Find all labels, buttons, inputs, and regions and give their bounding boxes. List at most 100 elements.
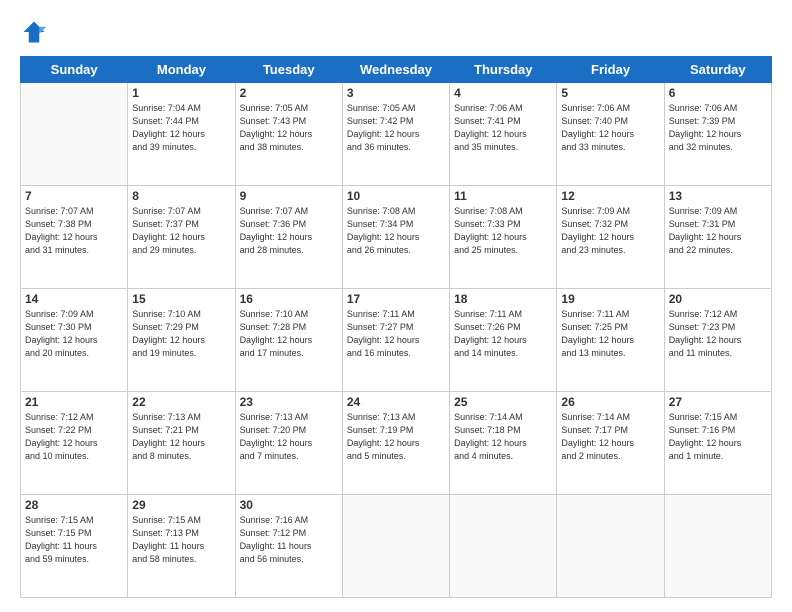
day-number: 14 — [25, 292, 123, 306]
day-info: Sunrise: 7:13 AM Sunset: 7:21 PM Dayligh… — [132, 411, 230, 463]
header — [20, 18, 772, 46]
day-header-sunday: Sunday — [21, 57, 128, 83]
day-info: Sunrise: 7:08 AM Sunset: 7:33 PM Dayligh… — [454, 205, 552, 257]
day-info: Sunrise: 7:04 AM Sunset: 7:44 PM Dayligh… — [132, 102, 230, 154]
day-info: Sunrise: 7:11 AM Sunset: 7:27 PM Dayligh… — [347, 308, 445, 360]
day-header-thursday: Thursday — [450, 57, 557, 83]
calendar-cell: 6 Sunrise: 7:06 AM Sunset: 7:39 PM Daylig… — [664, 83, 771, 186]
calendar-cell: 5 Sunrise: 7:06 AM Sunset: 7:40 PM Daylig… — [557, 83, 664, 186]
day-number: 23 — [240, 395, 338, 409]
day-info: Sunrise: 7:07 AM Sunset: 7:36 PM Dayligh… — [240, 205, 338, 257]
calendar-cell: 7 Sunrise: 7:07 AM Sunset: 7:38 PM Daylig… — [21, 186, 128, 289]
day-number: 30 — [240, 498, 338, 512]
calendar-week-2: 7 Sunrise: 7:07 AM Sunset: 7:38 PM Daylig… — [21, 186, 772, 289]
day-info: Sunrise: 7:15 AM Sunset: 7:13 PM Dayligh… — [132, 514, 230, 566]
day-number: 4 — [454, 86, 552, 100]
day-info: Sunrise: 7:07 AM Sunset: 7:37 PM Dayligh… — [132, 205, 230, 257]
day-number: 19 — [561, 292, 659, 306]
day-number: 24 — [347, 395, 445, 409]
calendar-cell: 10 Sunrise: 7:08 AM Sunset: 7:34 PM Dayli… — [342, 186, 449, 289]
day-number: 6 — [669, 86, 767, 100]
day-number: 7 — [25, 189, 123, 203]
day-number: 29 — [132, 498, 230, 512]
calendar-cell: 20 Sunrise: 7:12 AM Sunset: 7:23 PM Dayli… — [664, 289, 771, 392]
day-number: 27 — [669, 395, 767, 409]
calendar-cell: 15 Sunrise: 7:10 AM Sunset: 7:29 PM Dayli… — [128, 289, 235, 392]
calendar-cell: 13 Sunrise: 7:09 AM Sunset: 7:31 PM Dayli… — [664, 186, 771, 289]
calendar-cell: 29 Sunrise: 7:15 AM Sunset: 7:13 PM Dayli… — [128, 495, 235, 598]
day-number: 3 — [347, 86, 445, 100]
day-info: Sunrise: 7:12 AM Sunset: 7:22 PM Dayligh… — [25, 411, 123, 463]
calendar-week-5: 28Sunrise: 7:15 AM Sunset: 7:15 PM Dayli… — [21, 495, 772, 598]
logo — [20, 18, 52, 46]
day-number: 17 — [347, 292, 445, 306]
calendar-cell: 8 Sunrise: 7:07 AM Sunset: 7:37 PM Daylig… — [128, 186, 235, 289]
day-info: Sunrise: 7:09 AM Sunset: 7:30 PM Dayligh… — [25, 308, 123, 360]
calendar-week-3: 14 Sunrise: 7:09 AM Sunset: 7:30 PM Dayli… — [21, 289, 772, 392]
day-info: Sunrise: 7:15 AM Sunset: 7:16 PM Dayligh… — [669, 411, 767, 463]
calendar-cell: 22 Sunrise: 7:13 AM Sunset: 7:21 PM Dayli… — [128, 392, 235, 495]
day-number: 9 — [240, 189, 338, 203]
day-number: 28 — [25, 498, 123, 512]
day-info: Sunrise: 7:05 AM Sunset: 7:43 PM Dayligh… — [240, 102, 338, 154]
day-number: 1 — [132, 86, 230, 100]
day-number: 13 — [669, 189, 767, 203]
day-info: Sunrise: 7:12 AM Sunset: 7:23 PM Dayligh… — [669, 308, 767, 360]
day-info: Sunrise: 7:09 AM Sunset: 7:32 PM Dayligh… — [561, 205, 659, 257]
calendar-cell: 26 Sunrise: 7:14 AM Sunset: 7:17 PM Dayli… — [557, 392, 664, 495]
day-number: 2 — [240, 86, 338, 100]
day-info: Sunrise: 7:05 AM Sunset: 7:42 PM Dayligh… — [347, 102, 445, 154]
calendar-cell: 4 Sunrise: 7:06 AM Sunset: 7:41 PM Daylig… — [450, 83, 557, 186]
day-info: Sunrise: 7:07 AM Sunset: 7:38 PM Dayligh… — [25, 205, 123, 257]
day-header-saturday: Saturday — [664, 57, 771, 83]
day-header-wednesday: Wednesday — [342, 57, 449, 83]
day-info: Sunrise: 7:10 AM Sunset: 7:29 PM Dayligh… — [132, 308, 230, 360]
calendar-cell: 19 Sunrise: 7:11 AM Sunset: 7:25 PM Dayli… — [557, 289, 664, 392]
day-number: 11 — [454, 189, 552, 203]
calendar-week-4: 21 Sunrise: 7:12 AM Sunset: 7:22 PM Dayli… — [21, 392, 772, 495]
day-number: 16 — [240, 292, 338, 306]
calendar-cell: 18 Sunrise: 7:11 AM Sunset: 7:26 PM Dayli… — [450, 289, 557, 392]
day-number: 26 — [561, 395, 659, 409]
calendar-cell: 1 Sunrise: 7:04 AM Sunset: 7:44 PM Daylig… — [128, 83, 235, 186]
calendar-cell: 28Sunrise: 7:15 AM Sunset: 7:15 PM Dayli… — [21, 495, 128, 598]
day-number: 10 — [347, 189, 445, 203]
day-number: 5 — [561, 86, 659, 100]
page: SundayMondayTuesdayWednesdayThursdayFrid… — [0, 0, 792, 612]
day-number: 22 — [132, 395, 230, 409]
calendar-cell: 16 Sunrise: 7:10 AM Sunset: 7:28 PM Dayli… — [235, 289, 342, 392]
calendar-cell: 3 Sunrise: 7:05 AM Sunset: 7:42 PM Daylig… — [342, 83, 449, 186]
day-info: Sunrise: 7:14 AM Sunset: 7:17 PM Dayligh… — [561, 411, 659, 463]
day-header-monday: Monday — [128, 57, 235, 83]
day-info: Sunrise: 7:06 AM Sunset: 7:39 PM Dayligh… — [669, 102, 767, 154]
day-info: Sunrise: 7:13 AM Sunset: 7:20 PM Dayligh… — [240, 411, 338, 463]
day-number: 18 — [454, 292, 552, 306]
calendar-cell: 11 Sunrise: 7:08 AM Sunset: 7:33 PM Dayli… — [450, 186, 557, 289]
calendar-cell — [664, 495, 771, 598]
day-info: Sunrise: 7:11 AM Sunset: 7:26 PM Dayligh… — [454, 308, 552, 360]
day-info: Sunrise: 7:16 AM Sunset: 7:12 PM Dayligh… — [240, 514, 338, 566]
day-info: Sunrise: 7:06 AM Sunset: 7:40 PM Dayligh… — [561, 102, 659, 154]
calendar-cell — [21, 83, 128, 186]
calendar-cell: 12 Sunrise: 7:09 AM Sunset: 7:32 PM Dayli… — [557, 186, 664, 289]
day-number: 8 — [132, 189, 230, 203]
day-number: 15 — [132, 292, 230, 306]
calendar-cell: 23 Sunrise: 7:13 AM Sunset: 7:20 PM Dayli… — [235, 392, 342, 495]
day-info: Sunrise: 7:10 AM Sunset: 7:28 PM Dayligh… — [240, 308, 338, 360]
day-info: Sunrise: 7:13 AM Sunset: 7:19 PM Dayligh… — [347, 411, 445, 463]
day-info: Sunrise: 7:14 AM Sunset: 7:18 PM Dayligh… — [454, 411, 552, 463]
day-number: 21 — [25, 395, 123, 409]
day-number: 25 — [454, 395, 552, 409]
calendar-table: SundayMondayTuesdayWednesdayThursdayFrid… — [20, 56, 772, 598]
day-info: Sunrise: 7:11 AM Sunset: 7:25 PM Dayligh… — [561, 308, 659, 360]
day-number: 20 — [669, 292, 767, 306]
calendar-cell: 9 Sunrise: 7:07 AM Sunset: 7:36 PM Daylig… — [235, 186, 342, 289]
calendar-cell: 17 Sunrise: 7:11 AM Sunset: 7:27 PM Dayli… — [342, 289, 449, 392]
logo-icon — [20, 18, 48, 46]
day-number: 12 — [561, 189, 659, 203]
calendar-cell: 21 Sunrise: 7:12 AM Sunset: 7:22 PM Dayli… — [21, 392, 128, 495]
day-info: Sunrise: 7:09 AM Sunset: 7:31 PM Dayligh… — [669, 205, 767, 257]
day-info: Sunrise: 7:08 AM Sunset: 7:34 PM Dayligh… — [347, 205, 445, 257]
day-info: Sunrise: 7:06 AM Sunset: 7:41 PM Dayligh… — [454, 102, 552, 154]
calendar-cell: 27 Sunrise: 7:15 AM Sunset: 7:16 PM Dayli… — [664, 392, 771, 495]
